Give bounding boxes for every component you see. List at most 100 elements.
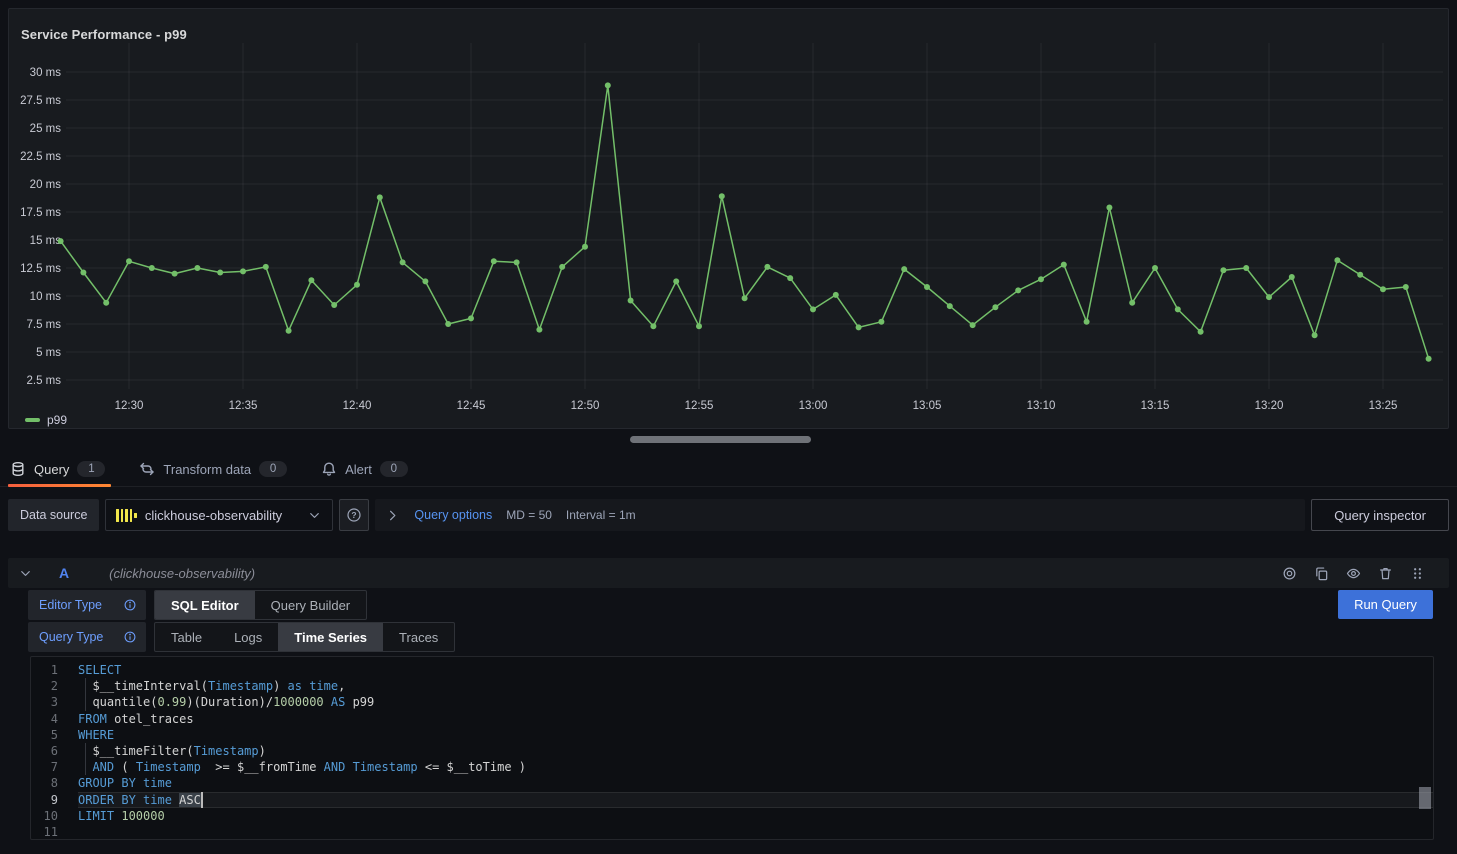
transform-icon bbox=[139, 461, 155, 477]
query-type-option-logs[interactable]: Logs bbox=[218, 623, 278, 651]
line-content: GROUP BY time bbox=[78, 775, 1433, 791]
code-line-2[interactable]: 2 $__timeInterval(Timestamp) as time, bbox=[31, 678, 1433, 694]
code-line-5[interactable]: 5 WHERE bbox=[31, 727, 1433, 743]
tab-alert-label: Alert bbox=[345, 462, 372, 477]
code-line-1[interactable]: 1 SELECT bbox=[31, 662, 1433, 678]
svg-text:17.5 ms: 17.5 ms bbox=[20, 207, 61, 219]
horizontal-scrollbar-thumb[interactable] bbox=[630, 436, 811, 443]
query-row-actions bbox=[1282, 566, 1425, 581]
line-number: 11 bbox=[31, 824, 58, 840]
delete-query-icon[interactable] bbox=[1378, 566, 1393, 581]
svg-text:15 ms: 15 ms bbox=[30, 235, 62, 247]
editor-scrollbar-thumb[interactable] bbox=[1419, 787, 1431, 809]
svg-text:?: ? bbox=[352, 510, 357, 520]
line-number: 1 bbox=[31, 662, 58, 678]
code-line-3[interactable]: 3 quantile(0.99)(Duration)/1000000 AS p9… bbox=[31, 694, 1433, 710]
drag-handle-icon[interactable] bbox=[1410, 566, 1425, 581]
svg-text:13:10: 13:10 bbox=[1027, 400, 1056, 412]
legend-swatch-p99 bbox=[25, 418, 40, 422]
code-line-10[interactable]: 10 LIMIT 100000 bbox=[31, 808, 1433, 824]
disable-query-icon[interactable] bbox=[1282, 566, 1297, 581]
tab-query[interactable]: Query 1 bbox=[8, 452, 111, 487]
run-query-button[interactable]: Run Query bbox=[1338, 590, 1433, 619]
svg-text:12:35: 12:35 bbox=[229, 400, 258, 412]
code-line-9[interactable]: 9 ORDER BY time ASC bbox=[31, 792, 1433, 808]
svg-text:12.5 ms: 12.5 ms bbox=[20, 263, 61, 275]
line-number: 5 bbox=[31, 727, 58, 743]
svg-text:22.5 ms: 22.5 ms bbox=[20, 151, 61, 163]
tab-transform-data[interactable]: Transform data 0 bbox=[137, 452, 293, 487]
svg-text:12:40: 12:40 bbox=[343, 400, 372, 412]
datasource-picker[interactable]: clickhouse-observability bbox=[105, 499, 333, 531]
svg-text:13:00: 13:00 bbox=[799, 400, 828, 412]
info-icon[interactable] bbox=[123, 630, 137, 644]
chevron-right-icon[interactable] bbox=[385, 508, 400, 523]
line-content: ORDER BY time ASC bbox=[78, 792, 1433, 808]
sql-editor[interactable]: 1 SELECT2 $__timeInterval(Timestamp) as t… bbox=[30, 656, 1434, 840]
line-content: WHERE bbox=[78, 727, 1433, 743]
tab-alert[interactable]: Alert 0 bbox=[319, 452, 414, 487]
query-options-toggle[interactable]: Query options bbox=[414, 508, 492, 522]
svg-text:12:45: 12:45 bbox=[457, 400, 486, 412]
legend-item-p99[interactable]: p99 bbox=[25, 413, 67, 427]
datasource-help-button[interactable]: ? bbox=[339, 499, 369, 531]
line-content: quantile(0.99)(Duration)/1000000 AS p99 bbox=[78, 694, 1433, 710]
svg-text:12:55: 12:55 bbox=[685, 400, 714, 412]
svg-text:13:20: 13:20 bbox=[1255, 400, 1284, 412]
tab-query-badge: 1 bbox=[77, 461, 105, 477]
query-row-header[interactable]: A (clickhouse-observability) bbox=[8, 558, 1449, 588]
code-line-6[interactable]: 6 $__timeFilter(Timestamp) bbox=[31, 743, 1433, 759]
database-icon bbox=[10, 461, 26, 477]
info-icon[interactable] bbox=[123, 598, 137, 612]
line-content: SELECT bbox=[78, 662, 1433, 678]
query-type-option-time-series[interactable]: Time Series bbox=[278, 623, 383, 651]
datasource-bar: Data source clickhouse-observability ? Q… bbox=[8, 499, 1449, 531]
collapse-chevron-icon[interactable] bbox=[18, 566, 33, 581]
line-number: 6 bbox=[31, 743, 58, 759]
code-line-8[interactable]: 8 GROUP BY time bbox=[31, 775, 1433, 791]
code-line-7[interactable]: 7 AND ( Timestamp >= $__fromTime AND Tim… bbox=[31, 759, 1433, 775]
line-number: 9 bbox=[31, 792, 58, 808]
line-number: 4 bbox=[31, 711, 58, 727]
svg-text:25 ms: 25 ms bbox=[30, 123, 62, 135]
editor-type-option-query-builder[interactable]: Query Builder bbox=[255, 591, 366, 619]
line-content: LIMIT 100000 bbox=[78, 808, 1433, 824]
line-content: FROM otel_traces bbox=[78, 711, 1433, 727]
line-number: 8 bbox=[31, 775, 58, 791]
query-inspector-button[interactable]: Query inspector bbox=[1311, 499, 1449, 531]
hide-response-eye-icon[interactable] bbox=[1346, 566, 1361, 581]
timeseries-panel: 30 ms27.5 ms25 ms22.5 ms20 ms17.5 ms15 m… bbox=[8, 8, 1449, 429]
query-type-option-table[interactable]: Table bbox=[155, 623, 218, 651]
query-ref-id[interactable]: A bbox=[59, 565, 69, 581]
editor-type-option-sql-editor[interactable]: SQL Editor bbox=[155, 591, 255, 619]
panel-title: Service Performance - p99 bbox=[21, 27, 187, 42]
svg-text:13:05: 13:05 bbox=[913, 400, 942, 412]
grafana-panel-edit-view: 30 ms27.5 ms25 ms22.5 ms20 ms17.5 ms15 m… bbox=[0, 0, 1457, 854]
svg-text:10 ms: 10 ms bbox=[30, 291, 62, 303]
code-line-4[interactable]: 4 FROM otel_traces bbox=[31, 711, 1433, 727]
bell-icon bbox=[321, 461, 337, 477]
svg-text:12:50: 12:50 bbox=[571, 400, 600, 412]
svg-text:20 ms: 20 ms bbox=[30, 179, 62, 191]
svg-text:27.5 ms: 27.5 ms bbox=[20, 95, 61, 107]
datasource-picker-value: clickhouse-observability bbox=[145, 508, 300, 523]
svg-text:13:15: 13:15 bbox=[1141, 400, 1170, 412]
line-content bbox=[78, 824, 1433, 840]
query-type-label: Query Type bbox=[39, 630, 103, 644]
line-number: 10 bbox=[31, 808, 58, 824]
line-content: $__timeFilter(Timestamp) bbox=[78, 743, 1433, 759]
svg-text:7.5 ms: 7.5 ms bbox=[26, 319, 61, 331]
query-options-strip: Query options MD = 50 Interval = 1m bbox=[375, 499, 1305, 531]
query-type-option-traces[interactable]: Traces bbox=[383, 623, 454, 651]
duplicate-query-icon[interactable] bbox=[1314, 566, 1329, 581]
query-type-label-box: Query Type bbox=[28, 622, 146, 652]
editor-type-label-box: Editor Type bbox=[28, 590, 146, 620]
question-circle-icon: ? bbox=[346, 507, 362, 523]
datasource-label: Data source bbox=[8, 499, 99, 531]
timeseries-chart: 30 ms27.5 ms25 ms22.5 ms20 ms17.5 ms15 m… bbox=[9, 9, 1448, 428]
query-type-group: TableLogsTime SeriesTraces bbox=[154, 622, 455, 652]
chevron-down-icon bbox=[307, 508, 322, 523]
line-number: 3 bbox=[31, 694, 58, 710]
code-line-11[interactable]: 11 bbox=[31, 824, 1433, 840]
legend-label: p99 bbox=[47, 413, 67, 427]
